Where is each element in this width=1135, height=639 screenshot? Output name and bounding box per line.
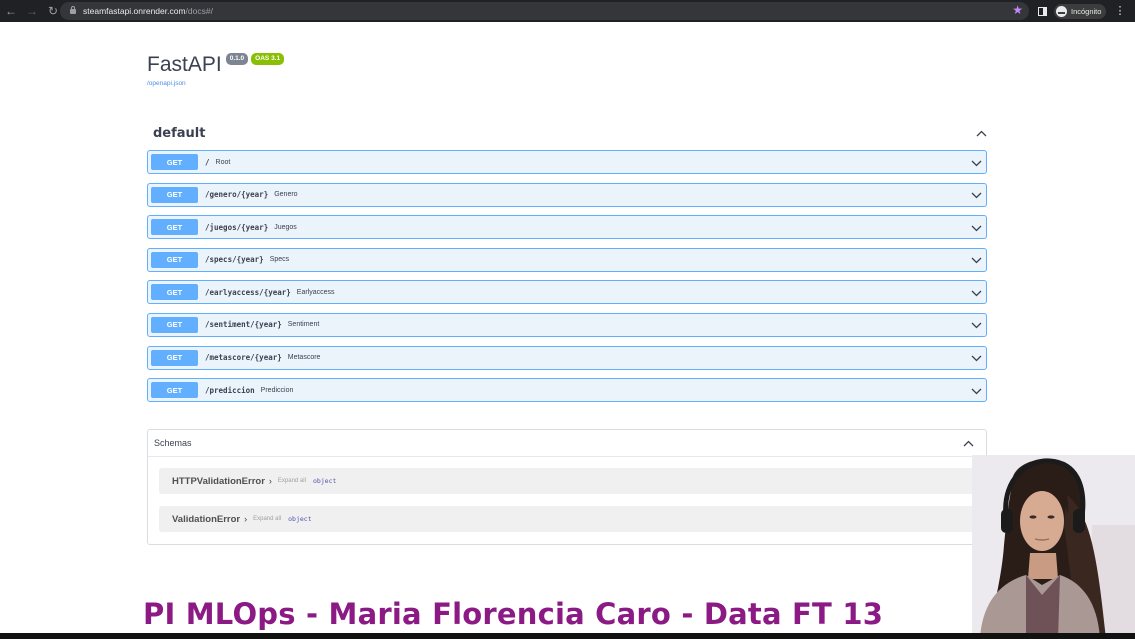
model-type: object: [312, 477, 337, 485]
operations-list: GET / Root GET /genero/{year} Genero GET…: [147, 150, 987, 411]
incognito-label: Incógnito: [1071, 6, 1102, 16]
operation-path: /prediccion: [205, 385, 255, 395]
model-name: ValidationError: [172, 513, 241, 525]
method-badge: GET: [151, 186, 198, 203]
operation-get-metascore[interactable]: GET /metascore/{year} Metascore: [147, 345, 987, 370]
operation-get-juegos[interactable]: GET /juegos/{year} Juegos: [147, 215, 987, 240]
method-badge: GET: [151, 219, 198, 236]
incognito-icon: [1056, 5, 1067, 17]
model-type: object: [288, 515, 312, 523]
chevron-down-icon[interactable]: [970, 385, 982, 397]
operation-path: /juegos/{year}: [205, 222, 269, 232]
api-info: FastAPI 0.1.0 OAS 3.1: [147, 52, 285, 77]
operation-get-earlyaccess[interactable]: GET /earlyaccess/{year} Earlyaccess: [147, 280, 987, 305]
chevron-down-icon[interactable]: [970, 190, 982, 202]
oas-badge: OAS 3.1: [251, 53, 285, 65]
schemas-header[interactable]: Schemas: [148, 430, 986, 457]
webcam-overlay: [972, 455, 1135, 639]
method-badge: GET: [151, 284, 198, 301]
side-panel-icon[interactable]: [1038, 6, 1047, 16]
model-validationerror[interactable]: ValidationError › Expand all object: [159, 506, 975, 532]
operation-path: /earlyaccess/{year}: [205, 287, 291, 297]
operation-get-genero[interactable]: GET /genero/{year} Genero: [147, 182, 987, 207]
method-badge: GET: [151, 154, 198, 170]
operation-summary: Sentiment: [287, 321, 320, 329]
operation-get-root[interactable]: GET / Root: [147, 150, 987, 174]
browser-menu-icon[interactable]: ⋮: [1114, 5, 1125, 17]
model-name: HTTPValidationError: [172, 475, 265, 487]
operation-path: /specs/{year}: [205, 255, 264, 265]
chevron-down-icon[interactable]: [970, 287, 982, 299]
operation-summary: Specs: [269, 256, 290, 264]
address-bar[interactable]: steamfastapi.onrender.com/docs#/ ★: [60, 2, 1029, 20]
method-badge: GET: [151, 316, 198, 333]
chevron-right-icon[interactable]: ›: [269, 476, 272, 486]
method-badge: GET: [151, 349, 198, 366]
bottom-strip: [0, 633, 1135, 639]
schemas-title: Schemas: [154, 438, 192, 448]
tag-title: default: [153, 125, 206, 141]
operation-path: /sentiment/{year}: [205, 320, 282, 330]
operation-summary: Juegos: [274, 223, 297, 231]
forward-arrow-icon[interactable]: →: [23, 2, 41, 20]
operation-summary: Genero: [274, 191, 298, 199]
operation-path: /metascore/{year}: [205, 353, 282, 363]
operation-summary: Prediccion: [260, 386, 294, 394]
chevron-right-icon[interactable]: ›: [244, 514, 247, 524]
lock-icon: [70, 5, 76, 14]
model-httpvalidationerror[interactable]: HTTPValidationError › Expand all object: [159, 468, 975, 494]
schemas-section: Schemas HTTPValidationError › Expand all…: [147, 429, 987, 545]
chevron-down-icon[interactable]: [970, 157, 982, 169]
operation-get-sentiment[interactable]: GET /sentiment/{year} Sentiment: [147, 312, 987, 337]
bookmark-star-icon[interactable]: ★: [1012, 3, 1023, 17]
operation-get-prediccion[interactable]: GET /prediccion Prediccion: [147, 378, 987, 403]
version-badge: 0.1.0: [225, 53, 249, 65]
incognito-profile-button[interactable]: Incógnito: [1054, 3, 1107, 19]
chevron-up-icon[interactable]: [975, 127, 987, 139]
expand-all-button[interactable]: Expand all: [253, 516, 281, 522]
chevron-down-icon[interactable]: [970, 255, 982, 267]
back-arrow-icon[interactable]: ←: [2, 2, 20, 20]
method-badge: GET: [151, 251, 198, 268]
video-caption: PI MLOps - Maria Florencia Caro - Data F…: [143, 597, 884, 631]
chevron-up-icon[interactable]: [962, 437, 974, 449]
expand-all-button[interactable]: Expand all: [278, 478, 306, 484]
chevron-down-icon[interactable]: [970, 353, 982, 365]
browser-toolbar: ← → ↻ steamfastapi.onrender.com/docs#/ ★…: [0, 0, 1135, 22]
url-text: steamfastapi.onrender.com/docs#/: [83, 6, 213, 16]
tag-section-header[interactable]: default: [147, 121, 987, 145]
chevron-down-icon[interactable]: [970, 320, 982, 332]
operation-summary: Metascore: [287, 354, 321, 362]
openapi-json-link[interactable]: /openapi.json: [147, 80, 186, 87]
presenter-image: [972, 455, 1135, 639]
operation-path: /: [205, 157, 210, 167]
operation-summary: Earlyaccess: [296, 288, 335, 296]
api-title: FastAPI: [147, 53, 222, 76]
operation-get-specs[interactable]: GET /specs/{year} Specs: [147, 247, 987, 272]
method-badge: GET: [151, 382, 198, 399]
operation-summary: Root: [215, 158, 231, 166]
operation-path: /genero/{year}: [205, 190, 269, 200]
chevron-down-icon[interactable]: [970, 222, 982, 234]
